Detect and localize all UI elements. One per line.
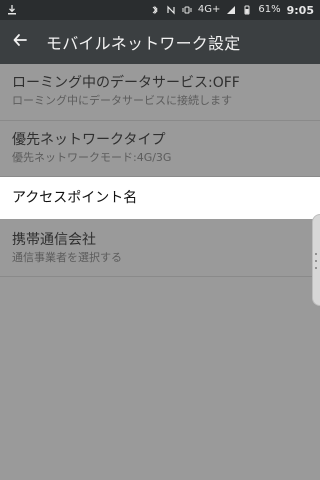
download-icon	[6, 4, 18, 16]
handle-grip-icon	[315, 253, 318, 269]
vibrate-icon	[182, 5, 192, 15]
arrow-left-icon	[11, 31, 29, 53]
app-bar: モバイルネットワーク設定	[0, 20, 320, 64]
setting-label: アクセスポイント名	[12, 190, 138, 206]
battery-icon	[242, 5, 252, 15]
settings-list: ローミング中のデータサービス:OFF ローミング中にデータサービスに接続します …	[0, 64, 320, 480]
page-title: モバイルネットワーク設定	[46, 34, 241, 53]
signal-icon	[226, 5, 236, 15]
setting-subtitle: 優先ネットワークモード:4G/3G	[12, 151, 172, 164]
setting-label: 優先ネットワークタイプ	[12, 132, 166, 148]
setting-preferred-network[interactable]: 優先ネットワークタイプ 優先ネットワークモード:4G/3G	[0, 121, 320, 177]
setting-label: ローミング中のデータサービス:OFF	[12, 75, 240, 91]
bluetooth-icon	[150, 5, 160, 15]
setting-subtitle: ローミング中にデータサービスに接続します	[12, 94, 232, 107]
status-icons: 4G+ 61% 9:05	[150, 2, 314, 18]
edge-panel-handle[interactable]	[312, 214, 320, 306]
battery-percent: 61%	[258, 4, 281, 15]
setting-roaming-data[interactable]: ローミング中のデータサービス:OFF ローミング中にデータサービスに接続します	[0, 64, 320, 121]
nfc-icon	[166, 5, 176, 15]
status-bar: 4G+ 61% 9:05	[0, 0, 320, 20]
back-button[interactable]	[0, 20, 40, 64]
setting-carrier[interactable]: 携帯通信会社 通信事業者を選択する	[0, 219, 320, 277]
setting-label: 携帯通信会社	[12, 232, 96, 248]
setting-subtitle: 通信事業者を選択する	[12, 251, 122, 264]
setting-access-point-names[interactable]: アクセスポイント名	[0, 177, 320, 219]
clock: 9:05	[286, 3, 314, 17]
network-type: 4G+	[197, 4, 221, 15]
